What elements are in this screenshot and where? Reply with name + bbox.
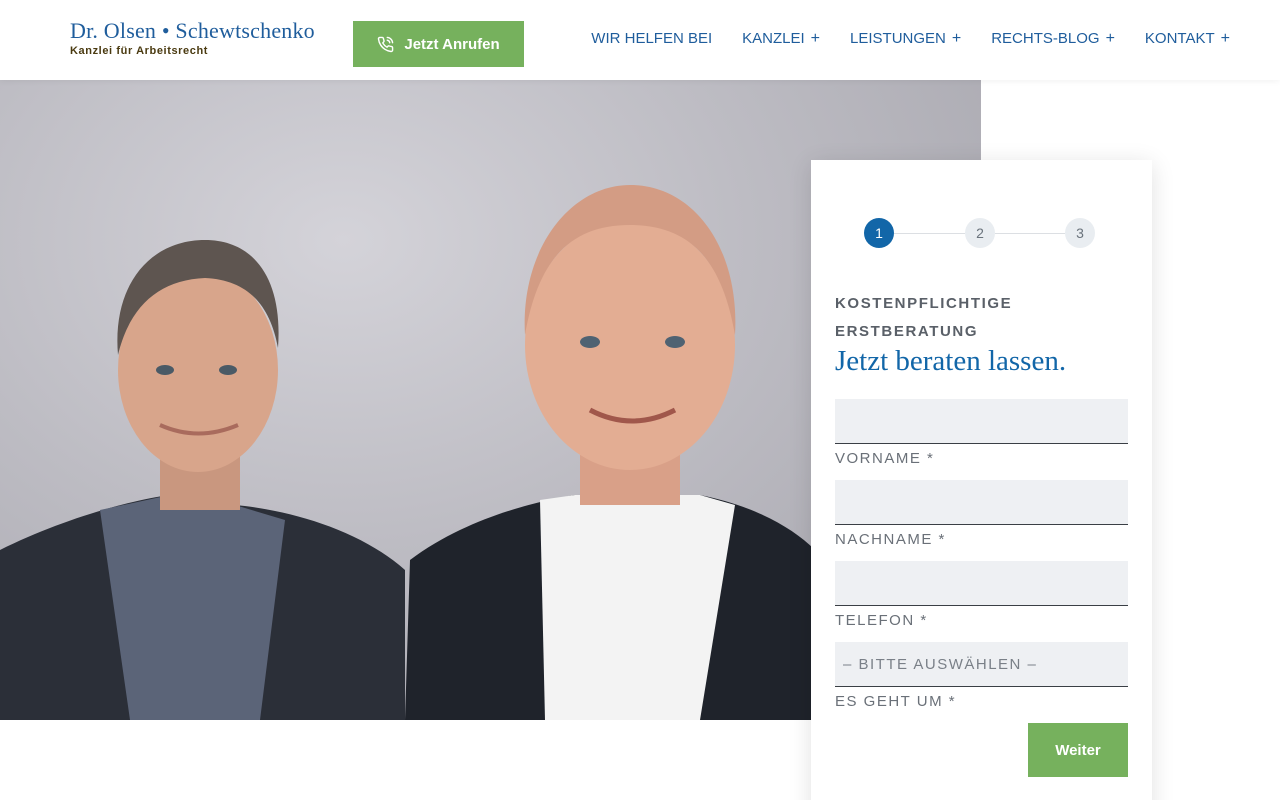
nav-item-kanzlei[interactable]: KANZLEI +	[742, 30, 820, 47]
main-nav: WIR HELFEN BEI KANZLEI + LEISTUNGEN + RE…	[591, 30, 1230, 47]
topic-label: ES GEHT UM *	[835, 693, 957, 710]
next-button[interactable]: Weiter	[1028, 723, 1128, 777]
nav-item-leistungen[interactable]: LEISTUNGEN +	[850, 30, 961, 47]
nav-item-label: KANZLEI	[742, 30, 805, 47]
nav-item-label: RECHTS-BLOG	[991, 30, 1100, 47]
step-1: 1	[864, 218, 894, 248]
plus-icon[interactable]: +	[1221, 30, 1230, 47]
portrait-person-right	[405, 185, 815, 720]
last-name-label: NACHNAME *	[835, 531, 946, 548]
topic-select[interactable]: – BITTE AUSWÄHLEN –	[835, 642, 1128, 687]
logo-tagline: Kanzlei für Arbeitsrecht	[70, 45, 209, 57]
phone-input[interactable]	[835, 561, 1128, 606]
form-eyebrow: KOSTENPFLICHTIGE ERSTBERATUNG	[835, 295, 1013, 340]
form-title: Jetzt beraten lassen.	[835, 345, 1067, 377]
nav-item-rechts-blog[interactable]: RECHTS-BLOG +	[991, 30, 1115, 47]
nav-item-label: WIR HELFEN BEI	[591, 30, 713, 47]
call-now-button[interactable]: Jetzt Anrufen	[353, 21, 524, 67]
stepper-connector	[894, 233, 965, 234]
plus-icon[interactable]: +	[1106, 30, 1115, 47]
form-stepper: 1 2 3	[864, 218, 1095, 248]
logo-name: Dr. Olsen • Schewtschenko	[70, 18, 315, 43]
step-2: 2	[965, 218, 995, 248]
first-name-label: VORNAME *	[835, 450, 935, 467]
portrait-person-left	[0, 240, 405, 720]
nav-item-wir-helfen-bei[interactable]: WIR HELFEN BEI	[591, 30, 712, 47]
plus-icon[interactable]: +	[952, 30, 961, 47]
nav-item-label: KONTAKT	[1144, 30, 1215, 47]
plus-icon[interactable]: +	[811, 30, 820, 47]
phone-icon	[378, 36, 394, 52]
first-name-input[interactable]	[835, 399, 1128, 444]
step-3: 3	[1065, 218, 1095, 248]
nav-item-label: LEISTUNGEN	[850, 30, 946, 47]
nav-item-kontakt[interactable]: KONTAKT +	[1145, 30, 1230, 47]
last-name-input[interactable]	[835, 480, 1128, 525]
site-logo[interactable]: Dr. Olsen • Schewtschenko Kanzlei für Ar…	[70, 18, 315, 57]
stepper-connector	[995, 233, 1065, 234]
call-now-label: Jetzt Anrufen	[404, 35, 500, 53]
phone-label: TELEFON *	[835, 612, 928, 629]
consultation-form: 1 2 3 KOSTENPFLICHTIGE ERSTBERATUNG Jetz…	[811, 160, 1152, 800]
site-header: Dr. Olsen • Schewtschenko Kanzlei für Ar…	[0, 0, 1280, 80]
